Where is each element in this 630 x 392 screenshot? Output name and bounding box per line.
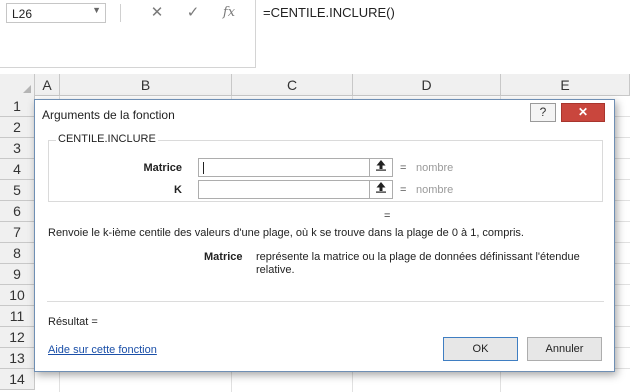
formula-bar: L26 ▼ ✕ ✓ fx =CENTILE.INCLURE() — [0, 0, 630, 68]
column-header-d[interactable]: D — [353, 74, 501, 96]
result-label: Résultat = — [48, 316, 98, 328]
matrice-equals: = — [400, 162, 407, 174]
row-header-12[interactable]: 12 — [0, 327, 35, 348]
cancel-button[interactable]: Annuler — [527, 337, 602, 361]
name-box[interactable]: L26 ▼ — [6, 3, 106, 23]
collapse-dialog-icon[interactable] — [369, 158, 393, 177]
help-button[interactable]: ? — [530, 103, 556, 122]
matrice-hint: nombre — [416, 162, 454, 174]
argument-description-name: Matrice — [204, 251, 243, 263]
help-link[interactable]: Aide sur cette fonction — [48, 344, 157, 356]
ok-button[interactable]: OK — [443, 337, 518, 361]
arguments-group: CENTILE.INCLURE Matrice = nombre K = nom… — [48, 133, 603, 202]
argument-description-text: représente la matrice ou la plage de don… — [256, 251, 580, 276]
collapse-dialog-icon[interactable] — [369, 180, 393, 199]
row-header-8[interactable]: 8 — [0, 243, 35, 264]
row-header-6[interactable]: 6 — [0, 201, 35, 222]
row-header-13[interactable]: 13 — [0, 348, 35, 369]
k-hint: nombre — [416, 184, 454, 196]
formula-text: =CENTILE.INCLURE() — [263, 5, 395, 20]
column-header-c[interactable]: C — [232, 74, 353, 96]
row-header-7[interactable]: 7 — [0, 222, 35, 243]
formula-input[interactable]: =CENTILE.INCLURE() — [255, 0, 630, 68]
chevron-down-icon[interactable]: ▼ — [92, 5, 101, 15]
name-box-value: L26 — [12, 7, 33, 21]
k-label: K — [174, 184, 182, 196]
row-header-14[interactable]: 14 — [0, 369, 35, 390]
k-input[interactable] — [198, 180, 393, 199]
insert-function-icon[interactable]: fx — [218, 2, 240, 24]
cancel-formula-icon[interactable]: ✕ — [146, 2, 168, 24]
close-icon[interactable]: ✕ — [561, 103, 605, 122]
matrice-label: Matrice — [143, 162, 182, 174]
function-arguments-dialog: Arguments de la fonction ? ✕ CENTILE.INC… — [34, 99, 615, 372]
k-equals: = — [400, 184, 407, 196]
dialog-title: Arguments de la fonction — [42, 108, 175, 122]
column-header-row: A B C D E — [0, 74, 630, 96]
row-header-5[interactable]: 5 — [0, 180, 35, 201]
formula-bar-divider — [120, 4, 121, 22]
row-header-11[interactable]: 11 — [0, 306, 35, 327]
column-header-a[interactable]: A — [35, 74, 60, 96]
text-caret — [203, 162, 204, 174]
row-header-1[interactable]: 1 — [0, 96, 35, 117]
function-result-equals: = — [384, 210, 391, 222]
divider — [47, 301, 604, 302]
row-header-3[interactable]: 3 — [0, 138, 35, 159]
matrice-input[interactable] — [198, 158, 393, 177]
row-header-2[interactable]: 2 — [0, 117, 35, 138]
function-description: Renvoie le k-ième centile des valeurs d'… — [48, 227, 524, 239]
function-name: CENTILE.INCLURE — [56, 133, 158, 145]
column-header-b[interactable]: B — [60, 74, 232, 96]
row-header-10[interactable]: 10 — [0, 285, 35, 306]
select-all-corner[interactable] — [0, 74, 35, 96]
enter-formula-icon[interactable]: ✓ — [182, 2, 204, 24]
row-header-9[interactable]: 9 — [0, 264, 35, 285]
row-header-4[interactable]: 4 — [0, 159, 35, 180]
column-header-e[interactable]: E — [501, 74, 630, 96]
